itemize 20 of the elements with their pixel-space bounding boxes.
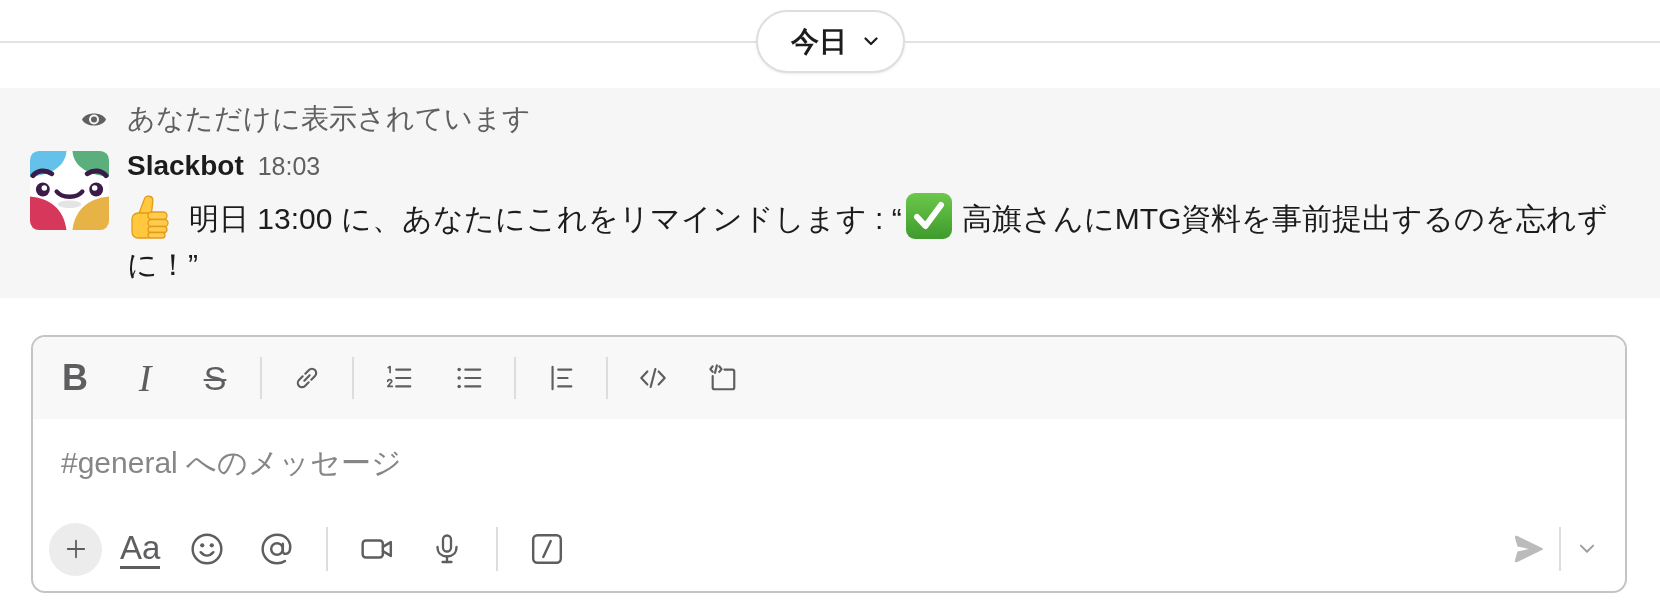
check-mark-icon (904, 192, 953, 240)
message-text: 明日 13:00 に、あなたにこれをリマインドします : “ 高旗さんにMTG資料を事前提出するのを忘れずに！” (127, 192, 1627, 288)
chevron-down-icon (1579, 544, 1595, 554)
visibility-notice: あなただけに表示されています (127, 102, 532, 136)
send-icon (1512, 534, 1544, 564)
italic-button[interactable]: I (116, 352, 174, 404)
message-time[interactable]: 18:03 (257, 149, 321, 183)
add-button[interactable] (49, 522, 102, 576)
date-jump-button[interactable]: 今日 (755, 10, 905, 73)
code-block-icon (708, 363, 738, 393)
strikethrough-button[interactable]: S (186, 352, 244, 404)
slash-box-icon (530, 532, 565, 566)
chevron-down-icon (863, 37, 878, 46)
smiley-icon (190, 532, 225, 566)
bold-button[interactable]: B (46, 352, 104, 404)
message-input[interactable]: #general へのメッセージ (33, 419, 1625, 507)
text-format-button[interactable]: Aa (120, 529, 161, 569)
sender-name[interactable]: Slackbot (127, 149, 244, 183)
bot-avatar-icon[interactable] (30, 151, 109, 230)
message-composer[interactable]: B I S #general へのメッセージ Aa (31, 335, 1627, 593)
